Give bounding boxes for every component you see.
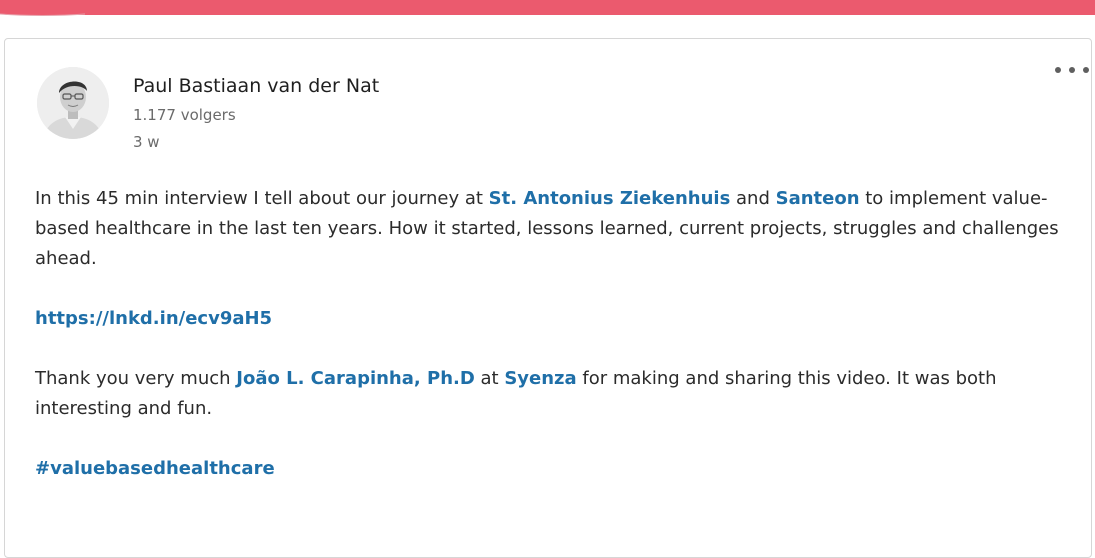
follower-count: 1.177 volgers [133,106,236,124]
post-paragraph-2: Thank you very much João L. Carapinha, P… [35,364,1075,424]
paragraph-1-text-a: In this 45 min interview I tell about ou… [35,188,489,209]
mention-link-joao-carapinha[interactable]: João L. Carapinha, Ph.D [236,368,475,389]
more-horizontal-icon [1055,67,1061,73]
top-accent-band [0,0,1095,18]
more-horizontal-icon [1069,67,1075,73]
paragraph-1-text-b: and [730,188,776,209]
mention-link-st-antonius[interactable]: St. Antonius Ziekenhuis [489,188,731,209]
more-horizontal-icon [1083,67,1089,73]
mention-link-santeon[interactable]: Santeon [776,188,860,209]
mention-link-syenza[interactable]: Syenza [504,368,576,389]
paragraph-2-text-a: Thank you very much [35,368,237,389]
post-url-line: https://lnkd.in/ecv9aH5 [35,304,1075,334]
author-name[interactable]: Paul Bastiaan van der Nat [133,75,379,97]
post-card: Paul Bastiaan van der Nat 1.177 volgers … [4,38,1092,558]
hashtag-link[interactable]: #valuebasedhealthcare [35,458,275,479]
more-options-button[interactable] [1055,59,1089,81]
post-paragraph-1: In this 45 min interview I tell about ou… [35,184,1075,274]
avatar-photo-icon [37,67,109,139]
paragraph-2-text-b: at [474,368,505,389]
post-body: In this 45 min interview I tell about ou… [35,184,1075,484]
hashtag-line: #valuebasedhealthcare [35,454,1075,484]
post-url-link[interactable]: https://lnkd.in/ecv9aH5 [35,308,272,329]
accent-curve [0,13,1095,18]
post-timestamp: 3 w [133,133,160,151]
author-avatar[interactable] [37,67,109,139]
